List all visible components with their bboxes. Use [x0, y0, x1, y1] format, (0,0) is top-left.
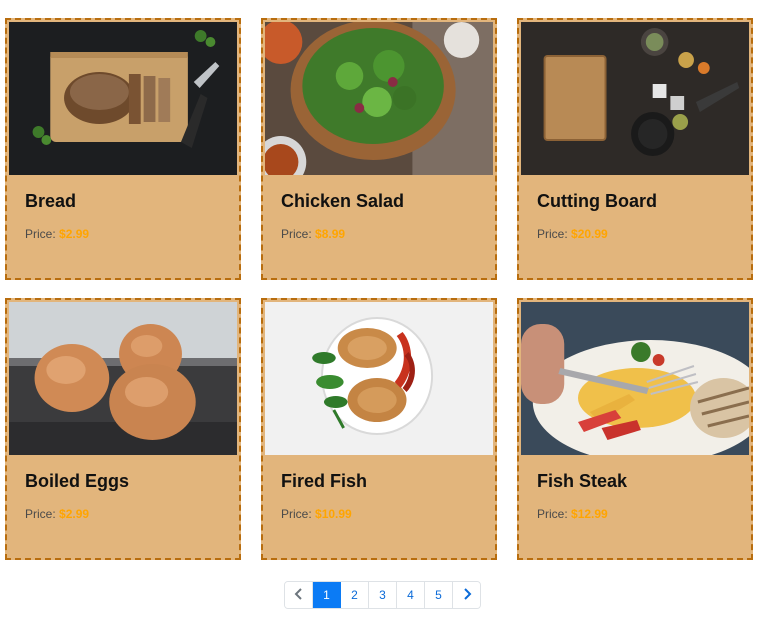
- price-value: $12.99: [571, 507, 608, 521]
- product-grid: Bread Price: $2.99 Chicken Salad Price: …: [0, 0, 761, 570]
- product-name: Cutting Board: [537, 191, 657, 211]
- price-label: Price:: [281, 507, 312, 521]
- page-1-button[interactable]: 1: [313, 582, 341, 608]
- product-card[interactable]: Chicken Salad Price: $8.99: [261, 18, 497, 280]
- product-price: Price: $2.99: [25, 227, 89, 241]
- cutting-board-image: [521, 22, 749, 175]
- chevron-left-icon: [294, 587, 304, 603]
- product-card[interactable]: Fired Fish Price: $10.99: [261, 298, 497, 560]
- fried-fish-image: [265, 302, 493, 455]
- price-value: $8.99: [315, 227, 346, 241]
- price-value: $20.99: [571, 227, 608, 241]
- product-price: Price: $20.99: [537, 227, 608, 241]
- page-5-button[interactable]: 5: [425, 582, 453, 608]
- eggs-image: [9, 302, 237, 455]
- price-label: Price:: [25, 507, 56, 521]
- price-label: Price:: [537, 507, 568, 521]
- previous-page-button[interactable]: [285, 582, 313, 608]
- page-3-button[interactable]: 3: [369, 582, 397, 608]
- pagination: 1 2 3 4 5: [284, 581, 481, 609]
- product-card[interactable]: Fish Steak Price: $12.99: [517, 298, 753, 560]
- price-value: $2.99: [59, 227, 90, 241]
- product-price: Price: $10.99: [281, 507, 352, 521]
- product-price: Price: $12.99: [537, 507, 608, 521]
- product-name: Chicken Salad: [281, 191, 405, 211]
- product-card[interactable]: Bread Price: $2.99: [5, 18, 241, 280]
- bread-image: [9, 22, 237, 175]
- next-page-button[interactable]: [453, 582, 480, 608]
- product-name: Bread: [25, 191, 77, 211]
- price-label: Price:: [537, 227, 568, 241]
- product-price: Price: $8.99: [281, 227, 345, 241]
- product-name: Fired Fish: [281, 471, 368, 491]
- product-name: Fish Steak: [537, 471, 628, 491]
- price-label: Price:: [25, 227, 56, 241]
- chevron-right-icon: [462, 587, 472, 603]
- product-card[interactable]: Cutting Board Price: $20.99: [517, 18, 753, 280]
- page-2-button[interactable]: 2: [341, 582, 369, 608]
- price-label: Price:: [281, 227, 312, 241]
- price-value: $10.99: [315, 507, 352, 521]
- fish-steak-image: [521, 302, 749, 455]
- product-price: Price: $2.99: [25, 507, 89, 521]
- product-name: Boiled Eggs: [25, 471, 130, 491]
- salad-image: [265, 22, 493, 175]
- page-4-button[interactable]: 4: [397, 582, 425, 608]
- product-card[interactable]: Boiled Eggs Price: $2.99: [5, 298, 241, 560]
- price-value: $2.99: [59, 507, 90, 521]
